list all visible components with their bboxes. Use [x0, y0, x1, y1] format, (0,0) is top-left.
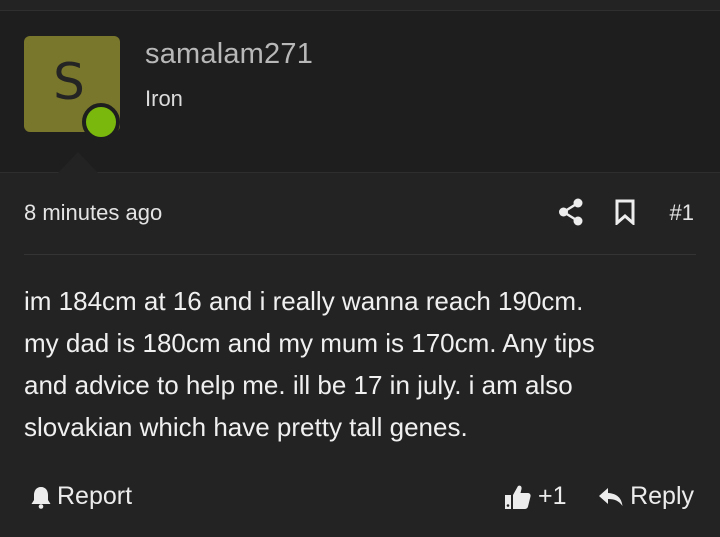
username[interactable]: samalam271: [145, 38, 313, 71]
post-message: im 184cm at 16 and i really wanna reach …: [24, 286, 595, 442]
post-actions: Report +1 Reply: [24, 478, 696, 518]
report-label: Report: [57, 482, 133, 510]
reply-label: Reply: [630, 482, 694, 510]
avatar-letter: S: [53, 53, 85, 111]
bookmark-icon[interactable]: [615, 199, 635, 225]
meta-divider: [24, 254, 696, 255]
online-status-indicator: [82, 103, 120, 141]
post-timestamp[interactable]: 8 minutes ago: [24, 200, 162, 226]
share-icon[interactable]: [558, 198, 584, 226]
post-meta-row: 8 minutes ago #1: [24, 196, 696, 232]
forum-post: S samalam271 Iron 8 minutes ago #1 im 18…: [0, 0, 720, 537]
reply-button[interactable]: Reply: [598, 482, 694, 511]
reply-arrow-icon: [598, 485, 624, 509]
report-button[interactable]: Report: [30, 482, 132, 511]
like-count: +1: [538, 482, 567, 510]
author-divider: [0, 172, 720, 173]
user-rank: Iron: [145, 86, 183, 111]
post-number-link[interactable]: #1: [670, 200, 694, 226]
author-arrow-notch: [58, 152, 98, 173]
bell-icon: [30, 485, 52, 509]
thumbs-up-icon: [504, 483, 532, 511]
like-button[interactable]: +1: [504, 482, 567, 511]
